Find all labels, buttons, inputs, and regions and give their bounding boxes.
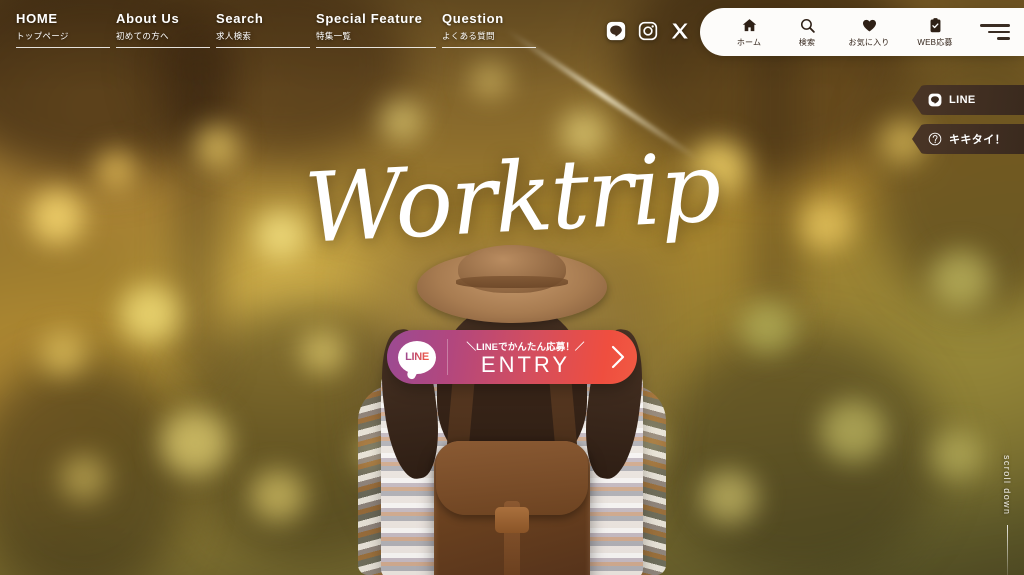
utility-label: お気に入り xyxy=(848,37,890,47)
nav-item-special-feature[interactable]: Special Feature 特集一覧 xyxy=(316,11,442,49)
utility-button-search[interactable]: 検索 xyxy=(778,17,836,48)
utility-label: WEB応募 xyxy=(917,37,953,47)
utility-button-web-apply[interactable]: WEB応募 xyxy=(902,17,968,48)
hamburger-menu-icon[interactable] xyxy=(976,24,1010,40)
nav-label-ja: 特集一覧 xyxy=(316,31,352,42)
instagram-icon xyxy=(638,21,658,41)
line-badge-text: LINE xyxy=(405,351,429,363)
entry-main-label: ENTRY xyxy=(480,351,571,377)
side-tab-line[interactable]: LINE xyxy=(912,85,1024,115)
scroll-down-label: scroll down xyxy=(1002,455,1012,516)
utility-button-home[interactable]: ホーム xyxy=(720,17,778,48)
ear-icon xyxy=(928,132,942,146)
nav-underline xyxy=(116,47,210,49)
social-link-instagram[interactable] xyxy=(638,21,658,41)
utility-label: ホーム xyxy=(736,37,762,47)
nav-label-ja: よくある質問 xyxy=(442,31,495,42)
side-tab-label: キキタイ！ xyxy=(949,134,1006,146)
line-icon xyxy=(928,93,942,107)
nav-underline xyxy=(16,47,110,49)
utility-label: 検索 xyxy=(798,37,816,47)
scroll-down-line xyxy=(1006,525,1008,575)
nav-label-ja: 求人検索 xyxy=(216,31,252,42)
heart-icon xyxy=(861,17,878,34)
home-icon xyxy=(741,17,758,34)
entry-text-group: ＼LINEでかんたん応募！／ ENTRY xyxy=(448,339,599,376)
nav-label-ja: トップページ xyxy=(16,31,69,42)
utility-panel: ホーム 検索 お気に入り WEB応募 xyxy=(700,8,1024,56)
side-floating-tabs: LINE キキタイ！ xyxy=(912,85,1024,154)
nav-item-search[interactable]: Search 求人検索 xyxy=(216,11,316,49)
nav-item-question[interactable]: Question よくある質問 xyxy=(442,11,542,49)
entry-line-badge: LINE xyxy=(387,339,448,375)
search-icon xyxy=(799,17,816,34)
social-link-line[interactable] xyxy=(606,21,626,41)
nav-item-home[interactable]: HOME トップページ xyxy=(16,11,116,49)
chevron-right-icon xyxy=(599,344,637,370)
line-icon: LINE xyxy=(398,340,436,374)
line-icon xyxy=(606,21,626,41)
side-tab-kikitai[interactable]: キキタイ！ xyxy=(912,124,1024,154)
primary-navigation: HOME トップページ About Us 初めての方へ Search 求人検索 … xyxy=(16,11,542,49)
utility-button-favorites[interactable]: お気に入り xyxy=(836,17,902,48)
side-tab-label: LINE xyxy=(949,94,976,106)
nav-label-ja: 初めての方へ xyxy=(116,31,169,42)
nav-label-en: Question xyxy=(442,11,504,26)
entry-button[interactable]: LINE ＼LINEでかんたん応募！／ ENTRY xyxy=(387,330,637,384)
nav-underline xyxy=(442,47,536,49)
nav-label-en: Search xyxy=(216,11,264,26)
photo-vignette xyxy=(0,0,1024,575)
social-link-x[interactable] xyxy=(670,21,690,41)
x-twitter-icon xyxy=(671,23,688,39)
nav-label-en: About Us xyxy=(116,11,180,26)
nav-label-en: HOME xyxy=(16,11,58,26)
entry-sub-label: ＼LINEでかんたん応募！／ xyxy=(466,341,585,353)
clipboard-icon xyxy=(927,17,944,34)
hero-page: HOME トップページ About Us 初めての方へ Search 求人検索 … xyxy=(0,0,1024,575)
nav-item-about-us[interactable]: About Us 初めての方へ xyxy=(116,11,216,49)
scroll-down-indicator[interactable]: scroll down xyxy=(996,455,1018,575)
nav-underline xyxy=(316,47,436,49)
nav-label-en: Special Feature xyxy=(316,11,423,26)
nav-underline xyxy=(216,47,310,49)
